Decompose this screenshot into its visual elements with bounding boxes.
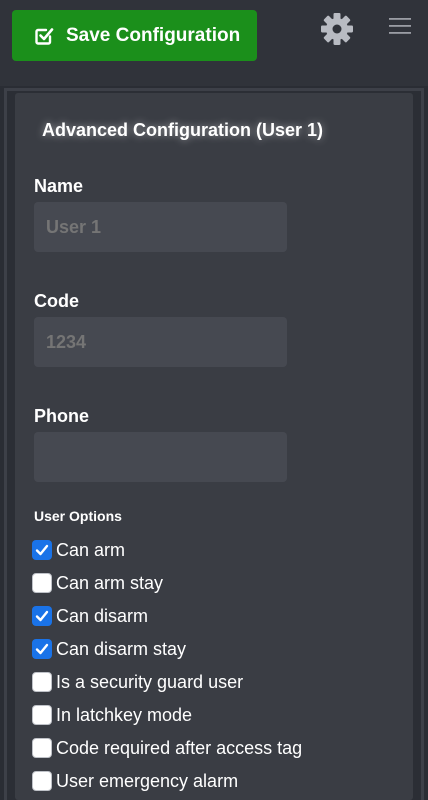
option-label: Can disarm xyxy=(56,605,149,626)
option-emergency-alarm[interactable]: User emergency alarm xyxy=(32,769,238,793)
option-code-after-access-tag[interactable]: Code required after access tag xyxy=(32,736,302,760)
option-label: Is a security guard user xyxy=(56,671,244,692)
option-label: Can disarm stay xyxy=(56,638,187,659)
option-label: User emergency alarm xyxy=(56,770,239,791)
phone-label: Phone xyxy=(34,406,90,426)
checkbox-unchecked[interactable] xyxy=(32,705,52,725)
user-options-heading: User Options xyxy=(34,508,122,524)
checkbox-checked[interactable] xyxy=(32,540,52,560)
gear-icon[interactable] xyxy=(320,12,354,46)
option-label: Can arm xyxy=(56,539,126,560)
code-input[interactable] xyxy=(34,317,287,367)
option-can-disarm[interactable]: Can disarm xyxy=(32,604,148,628)
panel-title: Advanced Configuration (User 1) xyxy=(42,120,324,140)
checkbox-unchecked[interactable] xyxy=(32,771,52,791)
checkbox-unchecked[interactable] xyxy=(32,672,52,692)
checkmark-icon xyxy=(35,643,49,655)
option-label: Can arm stay xyxy=(56,572,164,593)
option-label: Code required after access tag xyxy=(56,737,303,758)
option-can-arm[interactable]: Can arm xyxy=(32,538,125,562)
hamburger-menu-icon[interactable] xyxy=(388,15,412,37)
phone-input[interactable] xyxy=(34,432,287,482)
option-security-guard[interactable]: Is a security guard user xyxy=(32,670,243,694)
option-label: In latchkey mode xyxy=(56,704,193,725)
checkbox-unchecked[interactable] xyxy=(32,738,52,758)
checkmark-icon xyxy=(35,544,49,556)
option-can-arm-stay[interactable]: Can arm stay xyxy=(32,571,163,595)
checkbox-checked[interactable] xyxy=(32,606,52,626)
checkbox-checked[interactable] xyxy=(32,639,52,659)
name-input[interactable] xyxy=(34,202,287,252)
save-button-label: Save Configuration xyxy=(66,24,241,46)
check-square-icon xyxy=(35,27,54,45)
option-latchkey-mode[interactable]: In latchkey mode xyxy=(32,703,192,727)
name-label: Name xyxy=(34,176,84,196)
checkbox-unchecked[interactable] xyxy=(32,573,52,593)
checkmark-icon xyxy=(35,610,49,622)
option-can-disarm-stay[interactable]: Can disarm stay xyxy=(32,637,186,661)
code-label: Code xyxy=(34,291,79,311)
save-configuration-button[interactable]: Save Configuration xyxy=(12,10,257,61)
